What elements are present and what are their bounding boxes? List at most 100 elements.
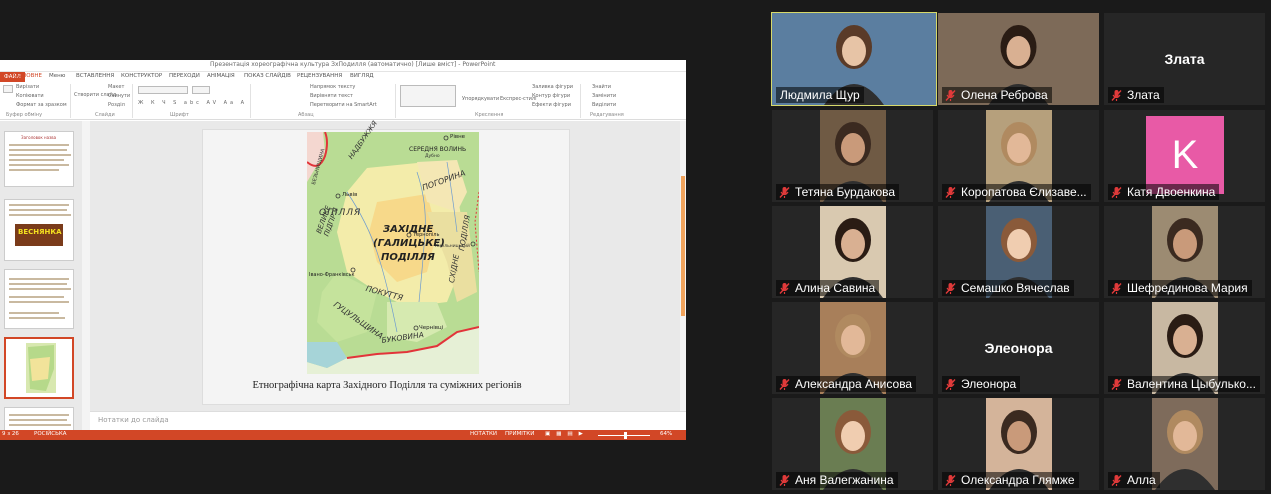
notes-button[interactable]: НОТАТКИ (470, 431, 497, 437)
map-labels: Рівне СЕРЕДНЯ ВОЛИНЬ Дубно НАДБУЖЖЯ БЕЗЬ… (307, 120, 479, 374)
participant-tile[interactable]: Аня Валегжанина (772, 398, 933, 490)
tab-insert[interactable]: ВСТАВЛЕННЯ (76, 73, 114, 79)
text-direction-button[interactable]: Напрямок тексту (310, 84, 355, 90)
map-label-dubno: Дубно (425, 154, 440, 159)
notes-pane[interactable]: Нотатки до слайда (90, 411, 686, 430)
participant-tile[interactable]: Шефрединова Мария (1104, 206, 1265, 298)
view-buttons[interactable]: ▣▦▤▶ (545, 431, 589, 437)
muted-mic-icon (945, 186, 956, 198)
ribbon-divider (70, 84, 71, 118)
slide[interactable]: Рівне СЕРЕДНЯ ВОЛИНЬ Дубно НАДБУЖЖЯ БЕЗЬ… (202, 120, 570, 405)
map-label-khmelnytskyi: Хмельницький (435, 244, 470, 249)
shape-effects-button[interactable]: Ефекти фігури (532, 102, 571, 108)
font-size-box[interactable] (192, 86, 210, 94)
tab-animations[interactable]: АНІМАЦІЯ (207, 73, 235, 79)
participant-name-label: Шефрединова Мария (1108, 280, 1252, 296)
align-text-button[interactable]: Вирівняти текст (310, 93, 353, 99)
muted-mic-icon (945, 89, 956, 101)
participant-name-label: Элеонора (942, 376, 1021, 392)
participant-tile[interactable]: Тетяна Бурдакова (772, 110, 933, 202)
participant-tile[interactable]: Семашко Вячеслав (938, 206, 1099, 298)
find-button[interactable]: Знайти (592, 84, 611, 90)
ribbon-divider (395, 84, 396, 118)
window-title: Презентація хореографічна культура ЗхПод… (210, 61, 496, 68)
participant-name: Олександра Глямже (961, 473, 1075, 487)
participant-tile[interactable]: Олена Реброва (938, 13, 1099, 105)
language-indicator[interactable]: РОСІЙСЬКА (34, 431, 67, 437)
participant-name: Александра Анисова (795, 377, 913, 391)
slides-group-label: Слайди (95, 112, 115, 118)
paragraph-group-label: Абзац (298, 112, 314, 118)
avatar: K (1146, 116, 1224, 194)
participant-tile[interactable]: Людмила Щур (771, 12, 937, 106)
map-label-serednie-volyn: СЕРЕДНЯ ВОЛИНЬ (409, 146, 467, 153)
muted-mic-icon (945, 282, 956, 294)
participant-tile[interactable]: Олександра Глямже (938, 398, 1099, 490)
tab-home[interactable]: ОСНОВНЕ (14, 73, 42, 79)
section-button[interactable]: Розділ (108, 102, 125, 108)
scrollbar-thumb[interactable] (681, 176, 685, 316)
tab-slideshow[interactable]: ПОКАЗ СЛАЙДІВ (244, 73, 291, 79)
shapes-gallery[interactable] (400, 85, 456, 107)
slide-thumbnail[interactable]: ВЕСНЯНКА (4, 199, 74, 261)
participant-name: Шефрединова Мария (1127, 281, 1248, 295)
map-thumbnail-icon (26, 343, 56, 393)
participant-tile[interactable]: Коропатова Єлизаве... (938, 110, 1099, 202)
map-label-ternopil: Тернопіль (413, 232, 440, 238)
cut-button[interactable]: Вирізати (16, 84, 39, 90)
slide-thumbnail-selected[interactable] (4, 337, 74, 399)
slide-thumbnails-pane[interactable]: Заголовок назва ВЕСНЯНКА (0, 121, 82, 437)
participant-tile[interactable]: Алина Савина (772, 206, 933, 298)
tab-transitions[interactable]: ПЕРЕХОДИ (169, 73, 200, 79)
slide-scrollbar[interactable] (680, 121, 686, 411)
participant-name: Злата (1127, 88, 1160, 102)
participant-name: Элеонора (961, 377, 1017, 391)
participant-tile[interactable]: Злата Злата (1104, 13, 1265, 105)
ribbon-divider (132, 84, 133, 118)
muted-mic-icon (1111, 474, 1122, 486)
format-painter-button[interactable]: Формат за зразком (16, 102, 67, 108)
font-name-box[interactable] (138, 86, 188, 94)
map-label-rivne: Рівне (450, 134, 466, 140)
select-button[interactable]: Виділити (592, 102, 616, 108)
participant-tile[interactable]: K Катя Двоенкина (1104, 110, 1265, 202)
participant-name: Катя Двоенкина (1127, 185, 1216, 199)
status-bar: 9 з 26 РОСІЙСЬКА НОТАТКИ ПРИМІТКИ ▣▦▤▶ 6… (0, 430, 686, 440)
font-group-label: Шрифт (170, 112, 189, 118)
participant-tile[interactable]: Александра Анисова (772, 302, 933, 394)
zoom-level[interactable]: 64% (660, 431, 672, 437)
layout-button[interactable]: Макет (108, 84, 124, 90)
copy-button[interactable]: Копіювати (16, 93, 44, 99)
font-format-buttons[interactable]: Ж К Ч S abc AV Aa A (138, 100, 247, 106)
map-label-pokuttia: ПОКУТТЯ (364, 284, 404, 303)
replace-button[interactable]: Замінити (592, 93, 616, 99)
tab-view[interactable]: ВИГЛЯД (350, 73, 374, 79)
paste-icon[interactable] (3, 85, 13, 93)
participant-name-label: Аня Валегжанина (776, 472, 898, 488)
vesnianka-image: ВЕСНЯНКА (15, 224, 63, 246)
map-label-ivano-frankivsk: Івано-Франківськ (309, 272, 355, 278)
participant-tile[interactable]: Алла (1104, 398, 1265, 490)
tab-design[interactable]: КОНСТРУКТОР (121, 73, 162, 79)
zoom-slider-knob[interactable] (624, 432, 627, 439)
participant-name: Валентина Цыбулько... (1127, 377, 1256, 391)
participant-tile[interactable]: Элеонора Элеонора (938, 302, 1099, 394)
vesnianka-banner: ВЕСНЯНКА (18, 228, 62, 236)
shape-fill-button[interactable]: Заливка фігури (532, 84, 573, 90)
participant-name-label: Олена Реброва (942, 87, 1052, 103)
slide-counter: 9 з 26 (2, 431, 19, 437)
participant-name-label: Людмила Щур (776, 87, 864, 103)
arrange-button[interactable]: Упорядкувати (462, 96, 499, 102)
comments-button[interactable]: ПРИМІТКИ (505, 431, 534, 437)
participant-name: Алина Савина (795, 281, 876, 295)
tab-menu[interactable]: Меню (49, 73, 65, 79)
slide-thumbnail[interactable] (4, 269, 74, 329)
reset-button[interactable]: Скинути (108, 93, 130, 99)
participant-tile[interactable]: Валентина Цыбулько... (1104, 302, 1265, 394)
smartart-button[interactable]: Перетворити на SmartArt (310, 102, 377, 108)
slide-thumbnail[interactable]: Заголовок назва (4, 131, 74, 187)
shape-outline-button[interactable]: Контур фігури (532, 93, 570, 99)
participant-name-label: Алла (1108, 472, 1160, 488)
thumbnails-scrollbar[interactable] (82, 121, 90, 430)
tab-review[interactable]: РЕЦЕНЗУВАННЯ (297, 73, 342, 79)
